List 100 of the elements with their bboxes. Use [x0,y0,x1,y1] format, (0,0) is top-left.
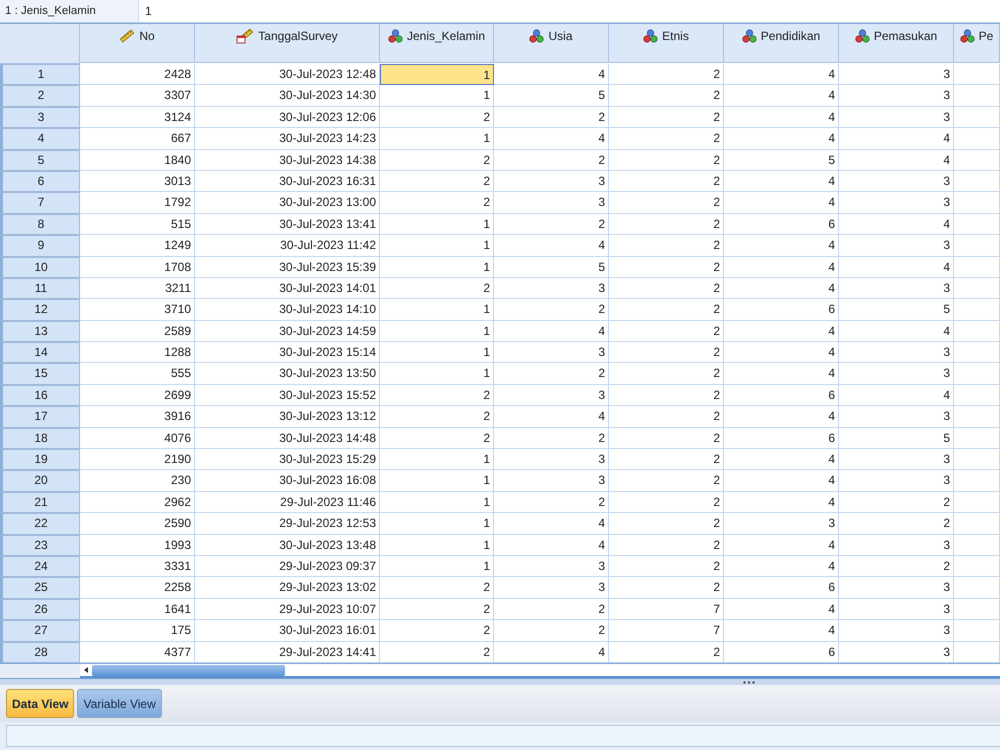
splitter-handle-icon[interactable] [743,680,755,684]
table-cell[interactable]: 2190 [80,449,195,470]
table-cell[interactable]: 4 [724,406,839,428]
row-header[interactable]: 19 [0,449,80,470]
table-cell[interactable]: 1 [380,299,494,321]
empty-cell[interactable] [954,598,1000,620]
table-cell[interactable]: 29-Jul-2023 10:07 [195,598,380,620]
table-cell[interactable]: 29-Jul-2023 11:46 [195,492,380,514]
table-cell[interactable]: 2 [494,214,609,236]
empty-cell[interactable] [954,513,1000,535]
empty-cell[interactable] [954,320,1000,342]
empty-cell[interactable] [954,192,1000,214]
table-cell[interactable]: 2 [494,363,609,385]
row-header[interactable]: 13 [0,320,80,342]
table-cell[interactable]: 1249 [80,235,195,257]
table-cell[interactable]: 4 [724,363,839,385]
row-header[interactable]: 11 [0,278,80,300]
table-cell[interactable]: 30-Jul-2023 14:48 [195,428,380,450]
empty-cell[interactable] [954,470,1000,492]
table-cell[interactable]: 1641 [80,598,195,620]
table-cell[interactable]: 30-Jul-2023 14:01 [195,278,380,300]
empty-cell[interactable] [954,170,1000,192]
table-cell[interactable]: 3 [839,406,954,428]
empty-cell[interactable] [954,384,1000,406]
table-cell[interactable]: 4 [724,106,839,128]
table-cell[interactable]: 7 [609,620,724,642]
table-cell[interactable]: 3710 [80,299,195,321]
empty-cell[interactable] [954,85,1000,107]
table-cell[interactable]: 2 [609,406,724,428]
column-header[interactable]: Usia [494,24,609,63]
table-cell[interactable]: 4076 [80,428,195,450]
table-cell[interactable]: 2 [839,556,954,578]
table-cell[interactable]: 3 [839,577,954,599]
table-cell[interactable]: 4 [839,256,954,278]
column-header[interactable]: Pe [954,24,1000,63]
table-cell[interactable]: 3 [839,106,954,128]
table-cell[interactable]: 2 [380,150,494,171]
table-cell[interactable]: 3307 [80,85,195,107]
table-cell[interactable]: 3 [839,342,954,364]
table-cell[interactable]: 30-Jul-2023 16:08 [195,470,380,492]
empty-cell[interactable] [954,492,1000,514]
table-cell[interactable]: 2 [609,470,724,492]
table-cell[interactable]: 3 [494,192,609,214]
row-header[interactable]: 7 [0,192,80,214]
row-header[interactable]: 27 [0,620,80,642]
row-header[interactable]: 26 [0,598,80,620]
row-header[interactable]: 14 [0,342,80,364]
table-cell[interactable]: 2962 [80,492,195,514]
table-cell[interactable]: 4 [494,406,609,428]
table-cell[interactable]: 4 [724,534,839,556]
table-cell[interactable]: 2 [494,150,609,171]
table-cell[interactable]: 3 [839,470,954,492]
column-header[interactable]: Pemasukan [839,24,954,63]
row-header[interactable]: 22 [0,513,80,535]
table-cell[interactable]: 3 [839,192,954,214]
table-cell[interactable]: 2 [380,170,494,192]
table-cell[interactable]: 6 [724,577,839,599]
table-cell[interactable]: 2 [609,342,724,364]
table-cell[interactable]: 5 [494,256,609,278]
table-cell[interactable]: 30-Jul-2023 13:00 [195,192,380,214]
table-cell[interactable]: 4 [724,556,839,578]
row-header[interactable]: 23 [0,534,80,556]
table-cell[interactable]: 3916 [80,406,195,428]
empty-cell[interactable] [954,299,1000,321]
table-cell[interactable]: 2 [380,620,494,642]
table-cell[interactable]: 2 [380,577,494,599]
table-cell[interactable]: 1 [380,214,494,236]
table-cell[interactable]: 2 [609,513,724,535]
row-header[interactable]: 1 [0,64,80,86]
table-cell[interactable]: 4 [839,150,954,171]
column-header[interactable]: TanggalSurvey [195,24,380,63]
row-header[interactable]: 16 [0,384,80,406]
empty-cell[interactable] [954,556,1000,578]
table-cell[interactable]: 4 [724,64,839,86]
corner-header[interactable] [0,24,80,64]
table-cell[interactable]: 1792 [80,192,195,214]
table-cell[interactable]: 2 [609,534,724,556]
table-cell[interactable]: 2 [494,106,609,128]
table-cell[interactable]: 3 [839,534,954,556]
table-cell[interactable]: 2 [380,106,494,128]
column-header[interactable]: Etnis [609,24,724,63]
table-cell[interactable]: 3 [494,170,609,192]
row-header[interactable]: 25 [0,577,80,599]
table-cell[interactable]: 4 [724,128,839,150]
row-header[interactable]: 5 [0,150,80,171]
row-header[interactable]: 4 [0,128,80,150]
table-cell[interactable]: 4 [494,534,609,556]
table-cell[interactable]: 29-Jul-2023 13:02 [195,577,380,599]
table-cell[interactable]: 3211 [80,278,195,300]
table-cell[interactable]: 30-Jul-2023 14:10 [195,299,380,321]
table-cell[interactable]: 4 [724,85,839,107]
table-cell[interactable]: 30-Jul-2023 14:38 [195,150,380,171]
table-cell[interactable]: 30-Jul-2023 14:23 [195,128,380,150]
empty-cell[interactable] [954,406,1000,428]
table-cell[interactable]: 2 [609,278,724,300]
table-cell[interactable]: 3 [494,278,609,300]
row-header[interactable]: 28 [0,642,80,663]
table-cell[interactable]: 2 [609,170,724,192]
table-cell[interactable]: 2428 [80,64,195,86]
table-cell[interactable]: 3 [839,363,954,385]
